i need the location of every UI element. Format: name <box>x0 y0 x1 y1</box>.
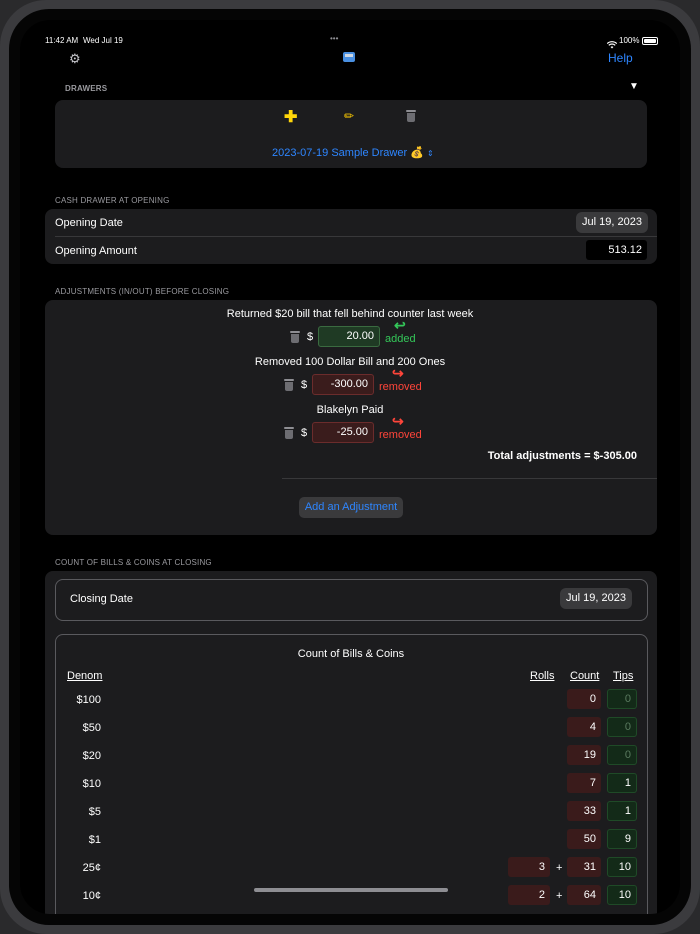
tips-input[interactable]: 1 <box>607 773 637 793</box>
plus-sign: + <box>556 862 563 874</box>
opening-date-picker[interactable]: Jul 19, 2023 <box>576 212 648 233</box>
adjustment-description: Removed 100 Dollar Bill and 200 Ones <box>254 356 446 368</box>
drawers-header: DRAWERS <box>65 84 108 93</box>
denom-label: $100 <box>76 694 101 706</box>
adjustment-amount-input[interactable]: -25.00 <box>312 422 374 443</box>
denom-label: $10 <box>82 778 101 790</box>
home-indicator[interactable] <box>254 888 448 892</box>
added-arrow-icon: ↩ <box>394 317 406 333</box>
drawer-picker-label: 2023-07-19 Sample Drawer 💰 <box>272 147 424 159</box>
chevron-updown-icon: ⇕ <box>426 149 434 158</box>
adjustment-status: removed <box>379 429 422 441</box>
battery-icon <box>642 37 658 45</box>
tips-input[interactable]: 10 <box>607 885 637 905</box>
closing-date-picker[interactable]: Jul 19, 2023 <box>560 588 632 609</box>
settings-gear-icon[interactable]: ⚙ <box>69 51 81 67</box>
add-adjustment-button[interactable]: Add an Adjustment <box>299 497 403 518</box>
opening-date-label: Opening Date <box>55 217 123 229</box>
adjustment-status: added <box>385 333 416 345</box>
removed-arrow-icon: ↪ <box>392 365 404 381</box>
delete-adjustment-trash-icon[interactable] <box>284 427 294 439</box>
adjustments-total: Total adjustments = $-305.00 <box>487 450 637 462</box>
cash-register-icon[interactable] <box>343 52 355 62</box>
divider <box>282 478 657 479</box>
add-drawer-plus-icon[interactable]: ✚ <box>284 107 297 127</box>
delete-drawer-trash-icon[interactable] <box>406 110 416 122</box>
tips-input[interactable]: 9 <box>607 829 637 849</box>
denom-column-header: Denom <box>67 670 103 682</box>
denom-label: $1 <box>88 834 101 846</box>
delete-adjustment-trash-icon[interactable] <box>290 331 300 343</box>
tips-input[interactable]: 1 <box>607 801 637 821</box>
tips-input[interactable]: 10 <box>607 857 637 877</box>
count-title: Count of Bills & Coins <box>297 648 405 660</box>
tips-column-header: Tips <box>613 670 634 682</box>
tips-input[interactable]: 0 <box>607 689 637 709</box>
removed-arrow-icon: ↪ <box>392 413 404 429</box>
tips-input[interactable]: 0 <box>607 717 637 737</box>
collapse-triangle-icon[interactable]: ▼ <box>629 81 639 92</box>
rolls-input[interactable]: 3 <box>508 857 550 877</box>
opening-amount-input[interactable]: 513.12 <box>586 240 647 260</box>
adjustment-amount-input[interactable]: -300.00 <box>312 374 374 395</box>
battery-percent: 100% <box>619 36 640 45</box>
multitask-dots[interactable]: ••• <box>330 34 338 43</box>
adjustments-section-label: ADJUSTMENTS (IN/OUT) BEFORE CLOSING <box>55 287 230 296</box>
rolls-column-header: Rolls <box>530 670 555 682</box>
count-input[interactable]: 31 <box>567 857 601 877</box>
opening-amount-label: Opening Amount <box>55 245 137 257</box>
opening-section-label: CASH DRAWER AT OPENING <box>55 196 170 205</box>
status-date: Wed Jul 19 <box>83 36 123 45</box>
status-time: 11:42 AM <box>45 36 79 45</box>
count-input[interactable]: 7 <box>567 773 601 793</box>
app-screen: 11:42 AM Wed Jul 19 ••• 100% ⚙ Help DRAW… <box>20 20 680 914</box>
adjustment-description: Returned $20 bill that fell behind count… <box>226 308 474 320</box>
denom-label: 10¢ <box>82 890 101 902</box>
closing-section-label: COUNT OF BILLS & COINS AT CLOSING <box>55 558 212 567</box>
tips-input[interactable]: 0 <box>607 745 637 765</box>
adjustment-status: removed <box>379 381 422 393</box>
count-input[interactable]: 4 <box>567 717 601 737</box>
currency-symbol: $ <box>301 379 308 391</box>
help-button[interactable]: Help <box>608 51 633 65</box>
count-input[interactable]: 64 <box>567 885 601 905</box>
rolls-input[interactable]: 2 <box>508 885 550 905</box>
count-input[interactable]: 50 <box>567 829 601 849</box>
denom-label: $50 <box>82 722 101 734</box>
count-input[interactable]: 33 <box>567 801 601 821</box>
adjustment-description: Blakelyn Paid <box>316 404 384 416</box>
adjustment-amount-input[interactable]: 20.00 <box>318 326 380 347</box>
count-input[interactable]: 19 <box>567 745 601 765</box>
count-column-header: Count <box>570 670 600 682</box>
delete-adjustment-trash-icon[interactable] <box>284 379 294 391</box>
count-input[interactable]: 0 <box>567 689 601 709</box>
currency-symbol: $ <box>301 427 308 439</box>
drawer-picker[interactable]: 2023-07-19 Sample Drawer 💰 ⇕ <box>272 146 434 159</box>
edit-drawer-pencil-icon[interactable]: ✏ <box>344 109 354 123</box>
divider <box>55 236 657 237</box>
currency-symbol: $ <box>307 331 314 343</box>
denom-label: $20 <box>82 750 101 762</box>
closing-date-label: Closing Date <box>70 593 133 605</box>
denom-label: $5 <box>88 806 101 818</box>
denom-label: 25¢ <box>82 862 101 874</box>
plus-sign: + <box>556 890 563 902</box>
